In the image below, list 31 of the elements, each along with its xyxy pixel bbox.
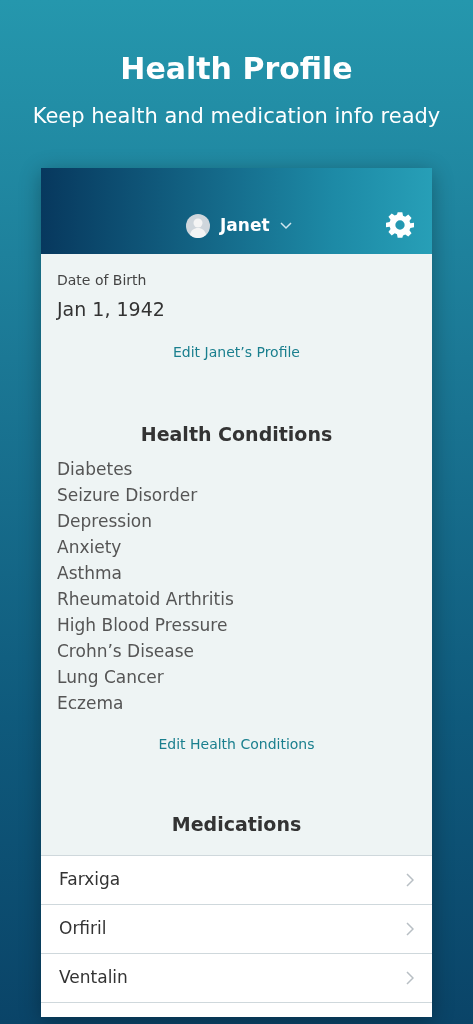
field-label: Date of Birth: [57, 271, 148, 290]
chevron-down-icon: [279, 221, 292, 230]
condition-item: Eczema: [57, 692, 125, 715]
chevron-right-icon: [406, 921, 414, 936]
medication-row[interactable]: Orfiril: [41, 903, 432, 953]
section-heading: Medications: [170, 812, 303, 837]
condition-item: Crohn’s Disease: [57, 640, 195, 663]
condition-item: Asthma: [57, 562, 123, 585]
chevron-right-icon: [406, 970, 414, 985]
condition-item: Diabetes: [57, 458, 134, 481]
condition-item: Lung Cancer: [57, 666, 165, 689]
date-of-birth: Jan 1, 1942: [57, 297, 166, 322]
medication-row[interactable]: Ventalin: [41, 952, 432, 1002]
condition-item: Seizure Disorder: [57, 484, 199, 507]
page-subtitle: Keep health and medication info ready: [31, 103, 442, 130]
edit-profile-link[interactable]: Edit Janet’s Profile: [173, 343, 300, 360]
edit-conditions-link[interactable]: Edit Health Conditions: [158, 736, 315, 752]
medication-name: Ventalin: [59, 965, 128, 989]
profile-button[interactable]: Janet: [186, 213, 292, 239]
condition-item: Depression: [57, 510, 154, 533]
page-title: Health Profile: [119, 50, 354, 88]
medication-name: Farxiga: [59, 867, 121, 891]
condition-item: Rheumatoid Arthritis: [57, 588, 235, 611]
medication-row[interactable]: Farxiga: [41, 854, 432, 904]
settings-icon[interactable]: [386, 211, 414, 239]
medication-name: Orfiril: [59, 916, 107, 940]
chevron-right-icon: [406, 872, 414, 887]
section-heading: Health Conditions: [139, 421, 334, 447]
condition-item: High Blood Pressure: [57, 614, 229, 637]
condition-item: Anxiety: [57, 536, 123, 559]
avatar-icon: [186, 213, 210, 238]
